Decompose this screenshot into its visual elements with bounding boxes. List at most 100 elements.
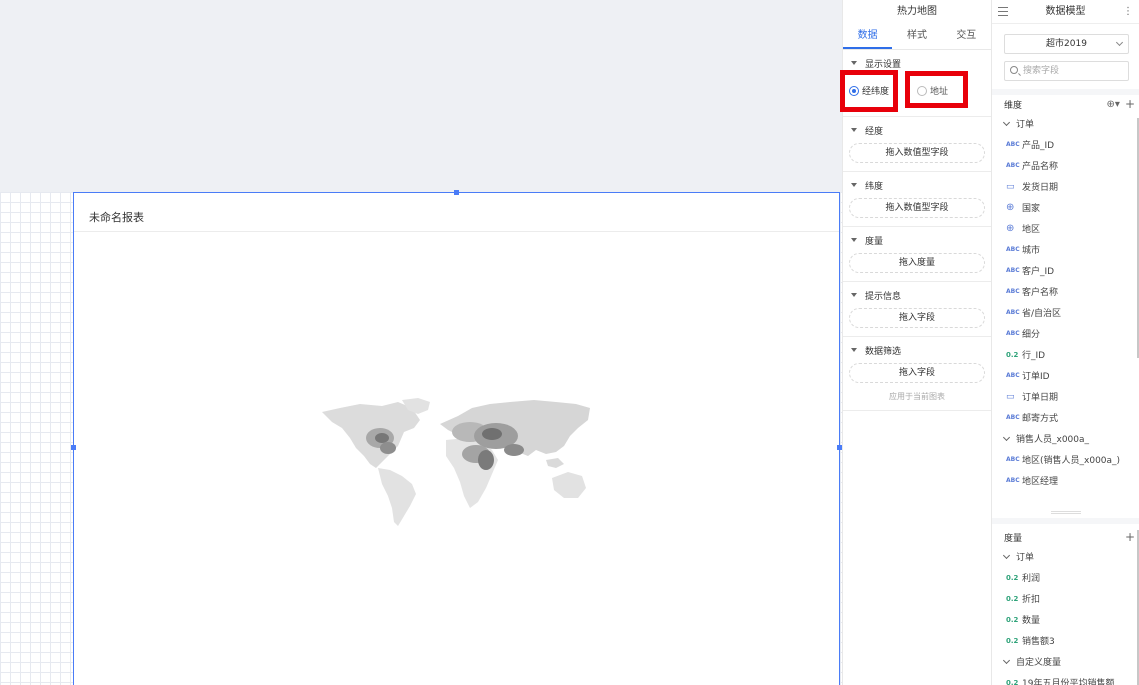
globe-icon: ⊕	[1006, 202, 1015, 213]
field-item[interactable]: ABC 订单ID	[992, 365, 1137, 386]
tab-style[interactable]: 样式	[892, 24, 941, 49]
field-item[interactable]: ABC 细分	[992, 323, 1137, 344]
radio-latlng[interactable]: 经纬度	[849, 84, 889, 97]
measures-label: 度量	[1004, 533, 1023, 544]
field-name: 地区(销售人员_x000a_)	[1022, 456, 1121, 466]
globe-dropdown-icon[interactable]: ⊕▾	[1107, 99, 1120, 110]
field-item[interactable]: ABC 城市	[992, 239, 1137, 260]
field-dropzone[interactable]: 拖入度量	[849, 253, 985, 273]
field-search-input[interactable]: 搜索字段	[1004, 61, 1129, 81]
config-section: 经度 拖入数值型字段	[843, 117, 991, 172]
field-item[interactable]: 0.2 销售额3	[992, 630, 1139, 651]
radio-selected-icon	[849, 85, 859, 96]
field-item[interactable]: ABC 省/自治区	[992, 302, 1137, 323]
calendar-icon: ▭	[1006, 391, 1015, 402]
islands-shape	[546, 458, 564, 468]
dataset-select[interactable]: 超市2019	[1004, 34, 1129, 54]
field-item[interactable]: 0.2 19年五月份平均销售额	[992, 672, 1139, 685]
field-item[interactable]: ABC 邮寄方式	[992, 407, 1137, 428]
text-type-icon: ABC	[1006, 309, 1020, 316]
field-item[interactable]: ABC 客户名称	[992, 281, 1137, 302]
field-name: 地区经理	[1022, 477, 1059, 487]
caret-down-icon	[851, 183, 857, 187]
field-dropzone[interactable]: 拖入数值型字段	[849, 143, 985, 163]
radio-address[interactable]: 地址	[917, 84, 948, 97]
field-item[interactable]: ABC 产品名称	[992, 155, 1137, 176]
data-model-title: 数据模型	[1045, 6, 1086, 17]
field-name: 细分	[1022, 330, 1041, 340]
tab-interaction[interactable]: 交互	[942, 24, 991, 49]
chart-type-title: 热力地图	[897, 6, 937, 17]
more-options-icon[interactable]: ⋮	[1123, 0, 1133, 24]
measure-list: 订单 0.2 利润 0.2 折扣 0.2 数量 0.2 销售额3 自定义度量 0.2 19年五月份平均…	[992, 546, 1139, 685]
report-title[interactable]: 未命名报表	[89, 209, 144, 225]
resize-handle-left[interactable]	[71, 445, 76, 450]
field-item[interactable]: 0.2 折扣	[992, 588, 1139, 609]
caret-down-icon	[851, 128, 857, 132]
field-dropzone[interactable]: 拖入数值型字段	[849, 198, 985, 218]
dimension-list: 订单 ABC 产品_ID ABC 产品名称 ▭ 发货日期 ⊕ 国家 ⊕ 地区 ABC 城市 ABC 客户_I…	[992, 113, 1139, 511]
report-widget[interactable]: 未命名报表	[71, 190, 842, 685]
field-item[interactable]: ABC 地区经理	[992, 470, 1137, 491]
heat-blob-na-core	[375, 433, 389, 443]
field-name: 利润	[1022, 574, 1041, 584]
text-type-icon: ABC	[1006, 372, 1020, 379]
australia-shape	[552, 472, 586, 498]
field-item[interactable]: ⊕ 地区	[992, 218, 1137, 239]
world-heatmap[interactable]	[320, 398, 594, 530]
field-item[interactable]: 0.2 数量	[992, 609, 1139, 630]
heat-blob-asia-core	[482, 428, 502, 440]
tab-data[interactable]: 数据	[843, 24, 893, 49]
field-dropzone[interactable]: 拖入字段	[849, 363, 985, 383]
menu-icon[interactable]	[998, 7, 1008, 19]
field-item[interactable]: ABC 地区(销售人员_x000a_)	[992, 449, 1137, 470]
add-dimension-icon[interactable]: +	[1125, 97, 1135, 111]
field-dropzone[interactable]: 拖入字段	[849, 308, 985, 328]
text-type-icon: ABC	[1006, 414, 1020, 421]
section-separator	[992, 518, 1139, 524]
section-header[interactable]: 提示信息	[849, 288, 985, 302]
field-name: 国家	[1022, 204, 1041, 214]
field-item[interactable]: 0.2 利润	[992, 567, 1139, 588]
field-name: 订单ID	[1022, 372, 1050, 382]
section-header[interactable]: 度量	[849, 233, 985, 247]
heat-blob-africa-core	[478, 450, 494, 470]
section-header[interactable]: 数据筛选	[849, 343, 985, 357]
display-settings-label: 显示设置	[865, 59, 902, 70]
field-item[interactable]: 0.2 行_ID	[992, 344, 1137, 365]
config-section: 纬度拖入数值型字段	[843, 172, 991, 227]
text-type-icon: ABC	[1006, 330, 1020, 337]
field-item[interactable]: ABC 产品_ID	[992, 134, 1137, 155]
section-header[interactable]: 纬度	[849, 178, 985, 192]
resize-handle-top[interactable]	[454, 190, 459, 195]
measures-header: 度量 +	[992, 528, 1139, 546]
globe-icon: ⊕	[1006, 223, 1015, 234]
section-label: 纬度	[865, 181, 884, 192]
text-type-icon: ABC	[1006, 288, 1020, 295]
field-name: 订单日期	[1022, 393, 1059, 403]
number-type-icon: 0.2	[1006, 573, 1019, 582]
folder-label: 订单	[1016, 553, 1035, 563]
display-settings-header[interactable]: 显示设置	[849, 56, 985, 70]
data-model-panel: 数据模型 ⋮ 超市2019 搜索字段 维度 ⊕▾ + 订单 ABC 产品_ID ABC…	[992, 0, 1139, 685]
add-measure-icon[interactable]: +	[1125, 530, 1135, 544]
field-name: 销售额3	[1022, 637, 1055, 647]
number-type-icon: 0.2	[1006, 636, 1019, 645]
field-folder[interactable]: 销售人员_x000a_	[992, 428, 1137, 449]
field-item[interactable]: ▭ 发货日期	[992, 176, 1137, 197]
chevron-down-icon	[1002, 433, 1011, 441]
field-item[interactable]: ABC 客户_ID	[992, 260, 1137, 281]
section-header[interactable]: 经度	[849, 123, 985, 137]
search-icon	[1010, 66, 1018, 74]
field-item[interactable]: ⊕ 国家	[992, 197, 1137, 218]
field-folder[interactable]: 自定义度量	[992, 651, 1139, 672]
config-section: 数据筛选 拖入字段 应用于当前图表	[843, 337, 991, 411]
field-folder[interactable]: 订单	[992, 546, 1139, 567]
field-item[interactable]: ▭ 订单日期	[992, 386, 1137, 407]
resize-grip[interactable]	[1050, 511, 1081, 514]
field-name: 产品_ID	[1022, 141, 1055, 151]
field-folder[interactable]: 订单	[992, 113, 1137, 134]
radio-address-label: 地址	[930, 87, 949, 97]
field-name: 行_ID	[1022, 351, 1046, 361]
text-type-icon: ABC	[1006, 456, 1020, 463]
